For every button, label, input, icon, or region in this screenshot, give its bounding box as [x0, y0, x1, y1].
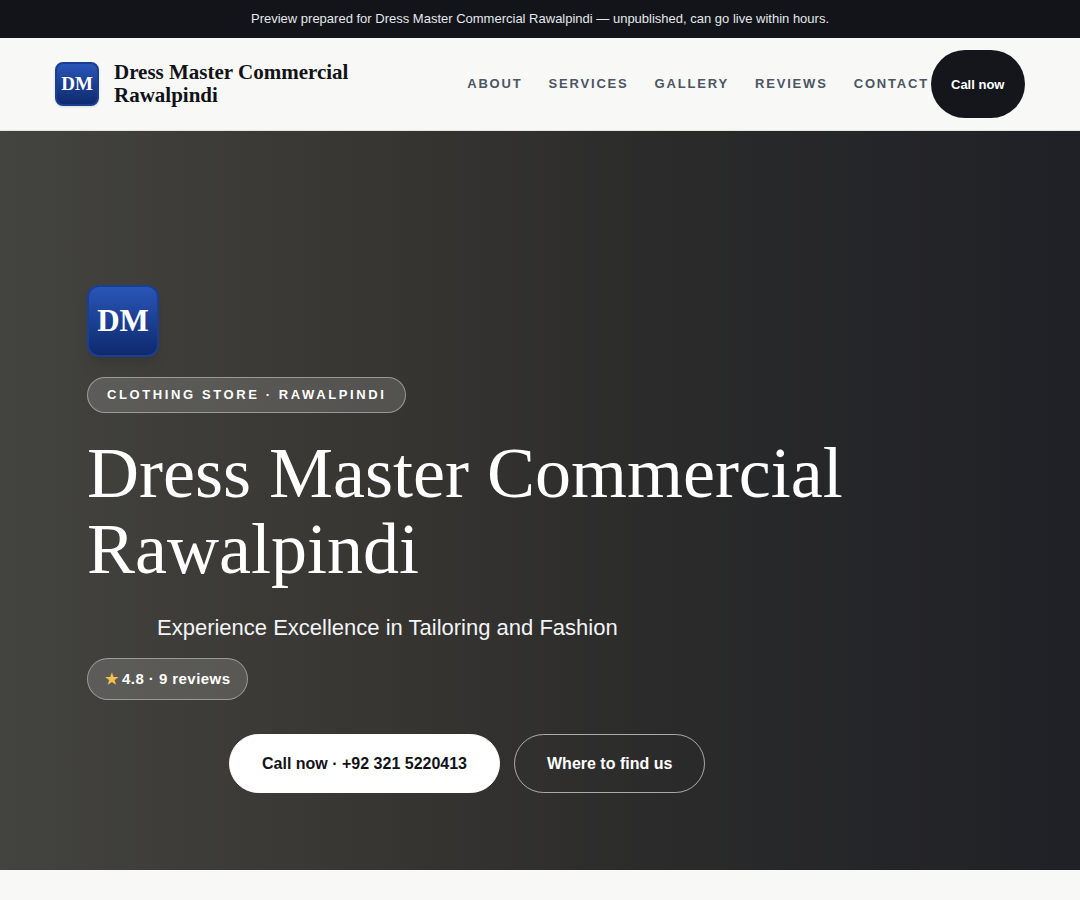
- hero-actions: Call now · +92 321 5220413Where to find …: [229, 734, 705, 793]
- nav-link[interactable]: REVIEWS: [755, 74, 828, 94]
- hero-tagline: Experience Excellence in Tailoring and F…: [157, 611, 618, 644]
- next-section: [0, 870, 1080, 900]
- nav-link[interactable]: SERVICES: [549, 74, 629, 94]
- site-header: DM Dress Master Commercial Rawalpindi ABOU…: [0, 38, 1080, 131]
- main-nav: ABOUT SERVICES GALLERY REVIEWS CONTACT: [467, 74, 929, 94]
- site-title: Dress Master Commercial Rawalpindi: [114, 61, 379, 107]
- hero-title: Dress Master Commercial Rawalpindi: [87, 435, 867, 587]
- star-icon: ★: [105, 668, 118, 691]
- category-badge: CLOTHING STORE · RAWALPINDI: [87, 377, 406, 413]
- rating-text: 4.8 · 9 reviews: [122, 668, 230, 691]
- logo-badge: DM: [55, 62, 99, 106]
- directions-button[interactable]: Where to find us: [514, 734, 705, 793]
- nav-link[interactable]: ABOUT: [467, 74, 522, 94]
- hero-logo: DM: [87, 285, 159, 357]
- header-right: ABOUT SERVICES GALLERY REVIEWS CONTACTCall n…: [467, 50, 1025, 118]
- nav-link[interactable]: GALLERY: [655, 74, 729, 94]
- banner-text: Preview prepared for Dress Master Commer…: [251, 9, 829, 29]
- call-now-button[interactable]: Call now: [931, 50, 1025, 118]
- hero-content: DM CLOTHING STORE · RAWALPINDI Dress Maste…: [87, 285, 1080, 793]
- rating-badge: ★4.8 · 9 reviews: [87, 658, 248, 700]
- call-button[interactable]: Call now · +92 321 5220413: [229, 734, 500, 793]
- brand[interactable]: DM Dress Master Commercial Rawalpindi: [55, 61, 379, 107]
- preview-banner: Preview prepared for Dress Master Commer…: [0, 0, 1080, 38]
- hero-photo: DM CLOTHING STORE · RAWALPINDI Dress Maste…: [0, 131, 1080, 870]
- nav-link[interactable]: CONTACT: [854, 74, 929, 94]
